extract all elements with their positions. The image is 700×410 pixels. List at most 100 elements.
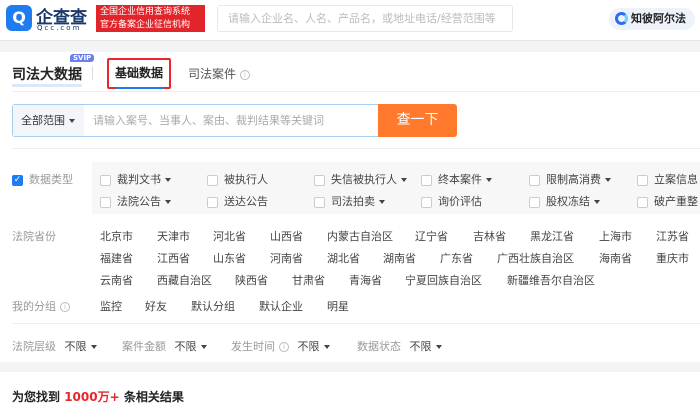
checkbox-icon[interactable] [421, 196, 432, 208]
option-label: 失信被执行人 [331, 173, 397, 186]
chevron-down-icon [90, 345, 97, 349]
province-option[interactable]: 湖北省 [327, 250, 360, 266]
data-type-option[interactable]: 限制高消费 [529, 171, 611, 187]
checkbox-icon[interactable] [100, 174, 111, 186]
province-option[interactable]: 江西省 [157, 250, 190, 266]
checkbox-icon[interactable] [421, 174, 432, 186]
province-option[interactable]: 新疆维吾尔自治区 [507, 272, 595, 288]
group-option[interactable]: 监控 [100, 298, 122, 314]
group-option[interactable]: 默认分组 [191, 298, 235, 314]
province-option[interactable]: 内蒙古自治区 [327, 228, 393, 244]
data-type-option[interactable]: 司法拍卖 [314, 193, 385, 209]
info-icon[interactable]: i [240, 69, 251, 80]
divider [12, 148, 700, 149]
option-label: 询价评估 [438, 195, 482, 208]
info-icon[interactable]: i [60, 302, 70, 312]
option-label: 立案信息 [654, 173, 698, 186]
tab-judicial-cases[interactable]: 司法案件 i [188, 65, 251, 82]
checkbox-icon[interactable] [314, 174, 325, 186]
data-type-option[interactable]: 询价评估 [421, 193, 482, 209]
group-option[interactable]: 好友 [145, 298, 167, 314]
data-type-option[interactable]: 破产重整 [637, 193, 698, 209]
checkbox-icon[interactable] [314, 196, 325, 208]
data-type-option[interactable]: 失信被执行人 [314, 171, 407, 187]
data-type-toggle[interactable]: ✓ 数据类型 [12, 171, 73, 187]
data-type-option[interactable]: 股权冻结 [529, 193, 600, 209]
checkbox-icon[interactable] [207, 174, 218, 186]
province-option[interactable]: 山西省 [270, 228, 303, 244]
data-type-option[interactable]: 立案信息 [637, 171, 698, 187]
group-option[interactable]: 默认企业 [259, 298, 303, 314]
province-option[interactable]: 云南省 [100, 272, 133, 288]
province-option[interactable]: 上海市 [599, 228, 632, 244]
province-option[interactable]: 河北省 [213, 228, 246, 244]
option-label: 限制高消费 [546, 173, 601, 186]
province-option[interactable]: 西藏自治区 [157, 272, 212, 288]
province-option[interactable]: 宁夏回族自治区 [405, 272, 482, 288]
group-option[interactable]: 明星 [327, 298, 349, 314]
global-search-input[interactable]: 请输入企业名、人名、产品名，或地址电话/经营范围等 [217, 5, 513, 32]
data-type-options: 裁判文书 被执行人 失信被执行人 终本案件 限制高消费 立案信息法院公告 送达公告 司法拍卖 询… [92, 162, 700, 214]
province-option[interactable]: 黑龙江省 [530, 228, 574, 244]
province-option[interactable]: 甘肃省 [292, 272, 325, 288]
province-option[interactable]: 广东省 [440, 250, 473, 266]
chevron-down-icon [165, 178, 171, 182]
province-option[interactable]: 陕西省 [235, 272, 268, 288]
filter-select[interactable]: 法院层级 不限 [12, 338, 97, 354]
tab-basic-data[interactable]: 基础数据 [107, 58, 171, 89]
checkbox-icon[interactable] [637, 196, 648, 208]
data-type-option[interactable]: 终本案件 [421, 171, 492, 187]
province-option[interactable]: 北京市 [100, 228, 133, 244]
data-type-option[interactable]: 被执行人 [207, 171, 268, 187]
page-title: 司法大数据 [12, 64, 82, 87]
badge-line: 官方备案企业征信机构 [100, 20, 191, 30]
search-button[interactable]: 查一下 [378, 104, 457, 137]
result-count-text: 为您找到 1000万+ 条相关结果 [12, 388, 184, 405]
province-option[interactable]: 辽宁省 [415, 228, 448, 244]
result-prefix: 为您找到 [12, 390, 61, 404]
province-option[interactable]: 海南省 [599, 250, 632, 266]
select-value: 不限 [297, 340, 320, 353]
chevron-down-icon [200, 345, 207, 349]
checkbox-icon[interactable] [637, 174, 648, 186]
filter-select[interactable]: 发生时间 i 不限 [231, 338, 330, 354]
badge-line: 全国企业信用查询系统 [100, 7, 191, 17]
province-option[interactable]: 湖南省 [383, 250, 416, 266]
province-option[interactable]: 吉林省 [473, 228, 506, 244]
select-value: 不限 [409, 340, 432, 353]
ai-assistant-button[interactable]: 知彼阿尔法 [609, 8, 695, 30]
option-label: 终本案件 [438, 173, 482, 186]
checkbox-icon[interactable] [529, 174, 540, 186]
province-option[interactable]: 江苏省 [656, 228, 689, 244]
data-type-option[interactable]: 裁判文书 [100, 171, 171, 187]
result-suffix: 条相关结果 [123, 390, 184, 404]
province-option[interactable]: 天津市 [157, 228, 190, 244]
svip-badge: SVIP [70, 54, 95, 62]
province-option[interactable]: 重庆市 [656, 250, 689, 266]
info-icon[interactable]: i [279, 342, 289, 352]
scope-dropdown[interactable]: 全部范围 [13, 105, 84, 136]
option-label: 送达公告 [224, 195, 268, 208]
qcc-logo-icon[interactable]: Q [6, 5, 32, 31]
province-option[interactable]: 广西壮族自治区 [497, 250, 574, 266]
province-option[interactable]: 山东省 [213, 250, 246, 266]
province-option[interactable]: 青海省 [349, 272, 382, 288]
data-type-option[interactable]: 法院公告 [100, 193, 171, 209]
active-tab-indicator [116, 87, 164, 89]
chevron-down-icon [69, 119, 75, 123]
checkbox-icon[interactable] [100, 196, 111, 208]
filter-select[interactable]: 案件金额 不限 [122, 338, 207, 354]
result-summary: 为您找到 1000万+ 条相关结果 [0, 372, 700, 410]
province-option[interactable]: 福建省 [100, 250, 133, 266]
checkbox-icon[interactable] [529, 196, 540, 208]
select-label: 发生时间 [231, 340, 275, 353]
search-input[interactable]: 请输入案号、当事人、案由、裁判结果等关键词 [93, 105, 324, 136]
checkbox-icon[interactable] [207, 196, 218, 208]
chevron-down-icon [486, 178, 492, 182]
chevron-down-icon [401, 178, 407, 182]
filter-select[interactable]: 数据状态 不限 [357, 338, 442, 354]
checkbox-checked-icon[interactable]: ✓ [12, 174, 23, 186]
chevron-down-icon [165, 200, 171, 204]
province-option[interactable]: 河南省 [270, 250, 303, 266]
data-type-option[interactable]: 送达公告 [207, 193, 268, 209]
